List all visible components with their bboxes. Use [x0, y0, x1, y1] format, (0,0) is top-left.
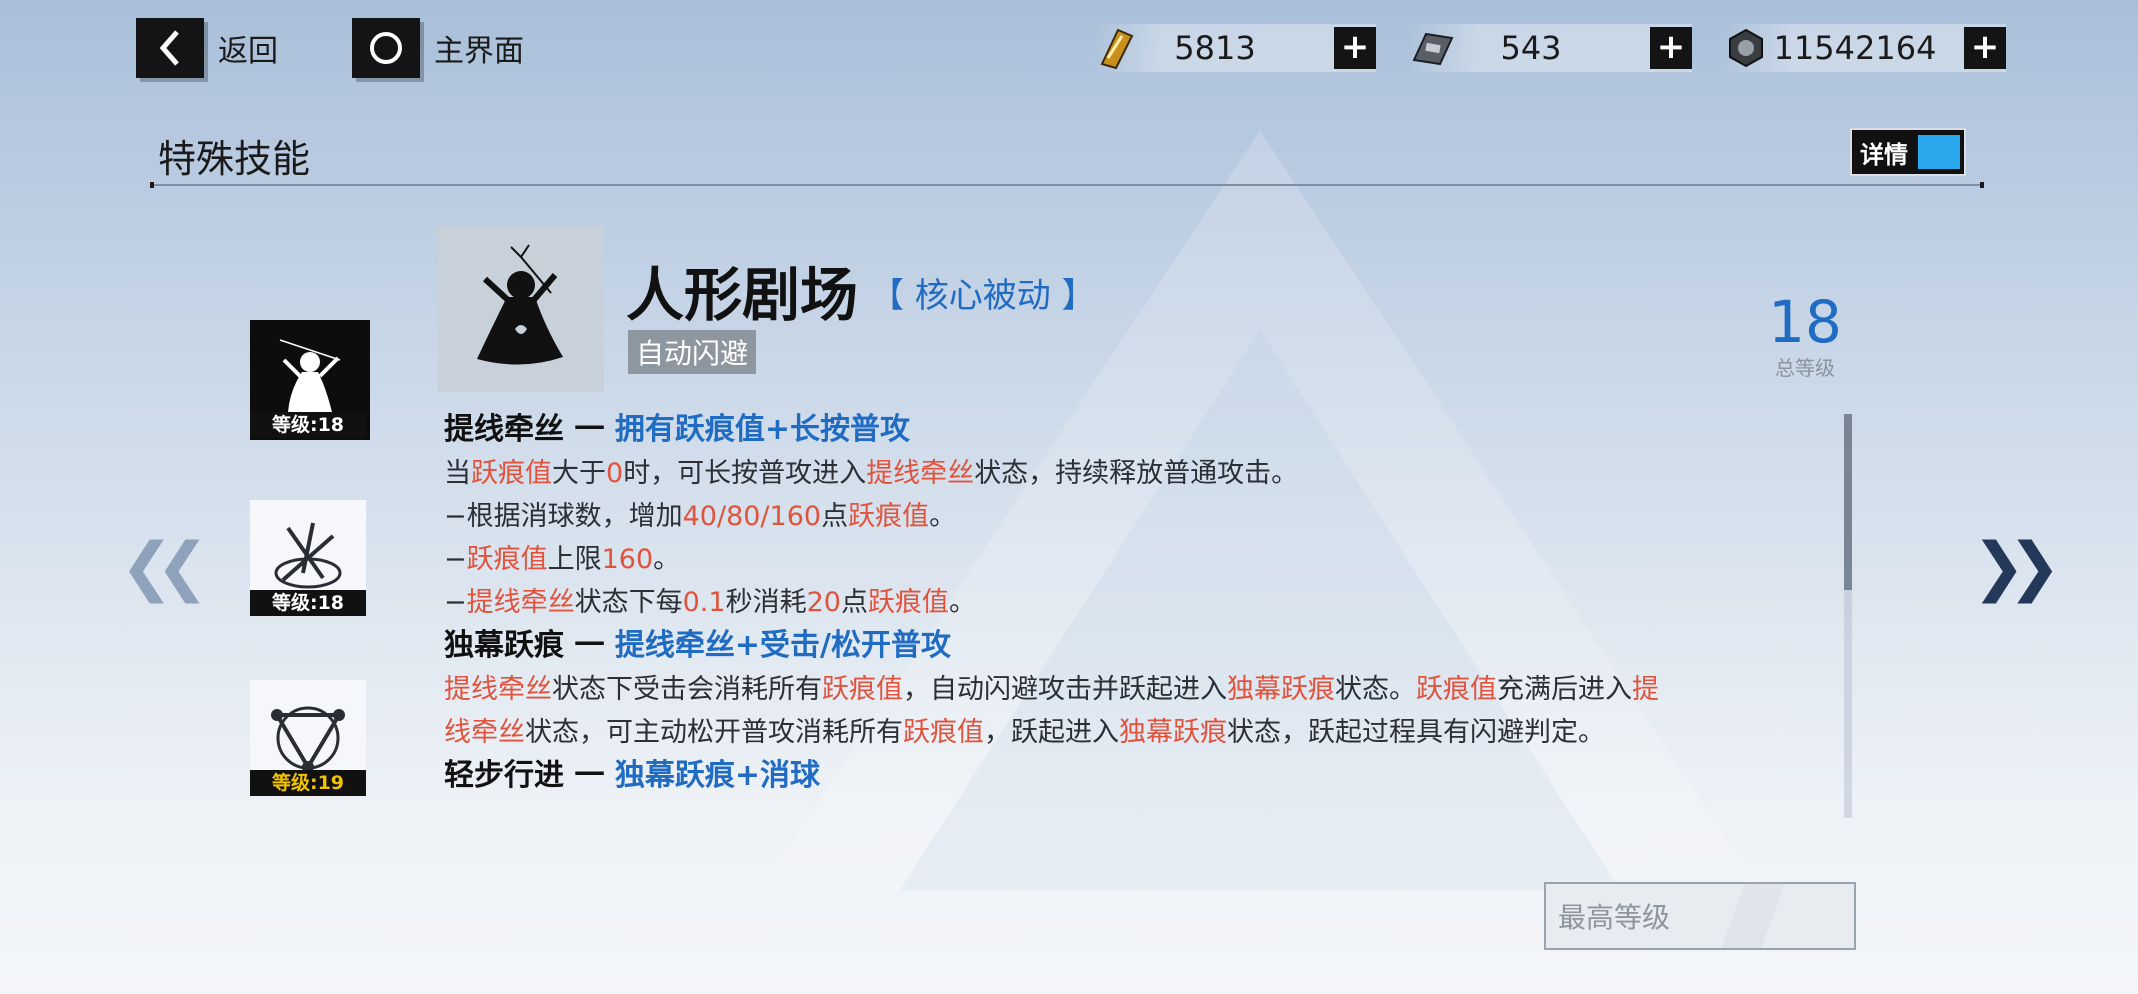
highlight-term: 跃痕值 [471, 458, 552, 489]
highlight-term: 独幕跃痕 [1227, 674, 1335, 705]
skill-type: 【 核心被动 】 [870, 276, 1096, 316]
description-text: 点 [821, 501, 849, 532]
highlight-term: 跃痕值 [903, 717, 984, 748]
description-line: 当跃痕值大于0时，可长按普攻进入提线牵丝状态，持续释放普通攻击。 [444, 452, 1814, 495]
description-scrollbar[interactable] [1844, 414, 1852, 818]
total-level-label: 总等级 [1775, 356, 1835, 380]
highlight-term: 线牵丝 [444, 717, 525, 748]
skill-tile-1[interactable]: 等级:18 [250, 320, 370, 440]
description-text: 当 [444, 458, 471, 489]
highlight-term: 0 [606, 458, 624, 489]
chip-value: 543 [1500, 29, 1562, 67]
description-text: 时，可长按普攻进入 [623, 458, 867, 489]
description-text: 状态，持续释放普通攻击。 [974, 458, 1299, 489]
resource-nut: 11542164 + [1722, 24, 2006, 72]
nut-value: 11542164 [1773, 29, 1937, 67]
highlight-term: 提线牵丝 [466, 587, 575, 618]
gold-card-icon [1092, 24, 1140, 72]
skill-tag: 自动闪避 [628, 330, 757, 374]
add-gold-button[interactable]: + [1334, 27, 1376, 69]
skill-tile-3[interactable]: 等级:19 [250, 680, 366, 796]
highlight-term: 0.1 [682, 587, 726, 618]
highlight-term: 跃痕值 [822, 674, 903, 705]
gold-value: 5813 [1174, 29, 1256, 67]
chip-card-icon [1408, 24, 1456, 72]
details-label: 详情 [1860, 140, 1908, 169]
skill-level-3: 等级:19 [250, 770, 366, 796]
description-text: 上限 [547, 544, 602, 575]
skill-tile-2[interactable]: 等级:18 [250, 500, 366, 616]
scrollbar-thumb[interactable] [1844, 414, 1852, 590]
next-arrow-icon[interactable]: ❯❯ [1972, 530, 2061, 604]
description-text: ，跃起进入 [984, 717, 1119, 748]
description-text: 秒消耗 [725, 587, 807, 618]
add-nut-button[interactable]: + [1964, 27, 2006, 69]
highlight-term: 跃痕值 [1416, 674, 1497, 705]
details-toggle[interactable]: 详情 [1850, 128, 1966, 176]
max-level-button[interactable]: 最高等级 [1544, 882, 1856, 950]
description-text: 状态。 [1335, 674, 1416, 705]
highlight-term: 提线牵丝 [444, 674, 552, 705]
description-text: −根据消球数，增加 [444, 501, 683, 532]
mechanic-heading-3: 轻步行进 一 独幕跃痕+消球 [444, 758, 821, 793]
description-line: 提线牵丝状态下受击会消耗所有跃痕值，自动闪避攻击并跃起进入独幕跃痕状态。跃痕值充… [444, 668, 1814, 711]
total-level-value: 18 [1768, 288, 1842, 356]
section-divider [150, 182, 1984, 188]
highlight-term: 跃痕值 [867, 587, 949, 618]
back-button[interactable]: 返回 [136, 18, 278, 78]
mechanic-heading-1: 提线牵丝 一 拥有跃痕值+长按普攻 [444, 412, 911, 447]
toggle-knob [1918, 135, 1960, 169]
highlight-term: 提线牵丝 [866, 458, 975, 489]
description-text: 状态下受击会消耗所有 [552, 674, 822, 705]
hex-nut-icon [1722, 24, 1770, 72]
description-text: 大于 [552, 458, 606, 489]
resource-chip: 543 + [1408, 24, 1692, 72]
highlight-term: 40/80/160 [682, 501, 822, 532]
home-label: 主界面 [434, 34, 524, 69]
description-text: 充满后进入 [1497, 674, 1632, 705]
add-chip-button[interactable]: + [1650, 27, 1692, 69]
highlight-term: 跃痕值 [848, 501, 930, 532]
resource-gold: 5813 + [1092, 24, 1376, 72]
chevron-left-icon [136, 18, 204, 78]
skill-portrait-icon [438, 226, 604, 392]
description-line: 线牵丝状态，可主动松开普攻消耗所有跃痕值，跃起进入独幕跃痕状态，跃起过程具有闪避… [444, 711, 1814, 754]
skill-description[interactable]: 提线牵丝 一 拥有跃痕值+长按普攻 当跃痕值大于0时，可长按普攻进入提线牵丝状态… [444, 408, 1814, 818]
skill-level-2: 等级:18 [250, 590, 366, 616]
highlight-term: 独幕跃痕 [1119, 717, 1227, 748]
section-title: 特殊技能 [158, 137, 311, 181]
description-text: 点 [840, 587, 868, 618]
description-text: 状态，可主动松开普攻消耗所有 [525, 717, 903, 748]
description-line: −跃痕值上限160。 [444, 538, 1814, 581]
description-text: − [444, 587, 467, 618]
mechanic-heading-2: 独幕跃痕 一 提线牵丝+受击/松开普攻 [444, 628, 951, 663]
highlight-term: 20 [806, 587, 841, 618]
description-text: 。 [929, 501, 957, 532]
skill-name: 人形剧场 [626, 261, 859, 329]
highlight-term: 跃痕值 [466, 544, 548, 575]
mechanic-text-2: 提线牵丝状态下受击会消耗所有跃痕值，自动闪避攻击并跃起进入独幕跃痕状态。跃痕值充… [444, 668, 1814, 754]
description-text: ，自动闪避攻击并跃起进入 [903, 674, 1227, 705]
description-text: 状态，跃起过程具有闪避判定。 [1227, 717, 1605, 748]
description-text: − [444, 544, 467, 575]
skill-level-1: 等级:18 [250, 412, 366, 438]
description-text: 状态下每 [574, 587, 683, 618]
home-circle-icon [352, 18, 420, 78]
prev-arrow-icon[interactable]: ❮❮ [120, 530, 209, 604]
mechanic-text-1: 当跃痕值大于0时，可长按普攻进入提线牵丝状态，持续释放普通攻击。 −根据消球数，增… [444, 452, 1814, 624]
highlight-term: 提 [1632, 674, 1659, 705]
description-text: 。 [948, 587, 976, 618]
description-text: 。 [653, 544, 681, 575]
home-button[interactable]: 主界面 [352, 18, 524, 78]
description-line: −根据消球数，增加40/80/160点跃痕值。 [444, 495, 1814, 538]
back-label: 返回 [218, 34, 278, 69]
highlight-term: 160 [601, 544, 654, 575]
max-level-label: 最高等级 [1558, 901, 1671, 934]
description-line: −提线牵丝状态下每0.1秒消耗20点跃痕值。 [444, 581, 1814, 624]
